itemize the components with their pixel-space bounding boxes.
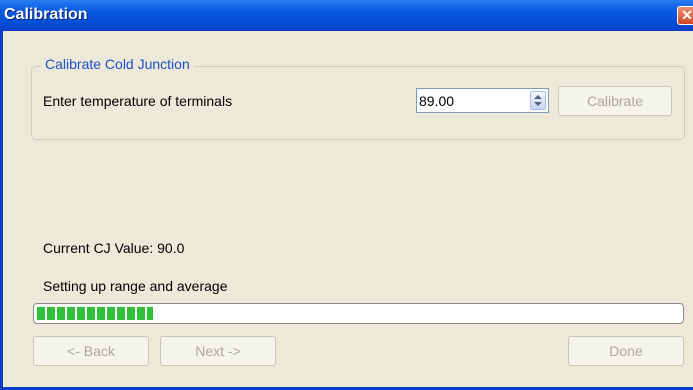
progress-bar	[33, 303, 684, 324]
calibration-window: Calibration ✕ Calibrate Cold Junction En…	[0, 0, 693, 390]
spin-buttons[interactable]	[530, 91, 546, 110]
spin-up-icon[interactable]	[534, 95, 542, 99]
spin-down-icon[interactable]	[534, 102, 542, 106]
progress-status-text: Setting up range and average	[43, 278, 228, 294]
progress-fill	[37, 307, 153, 320]
current-cj-value: Current CJ Value: 90.0	[43, 240, 185, 256]
window-title: Calibration	[4, 6, 88, 23]
back-button[interactable]: <- Back	[33, 336, 149, 366]
title-bar[interactable]: Calibration ✕	[0, 0, 693, 31]
group-legend: Calibrate Cold Junction	[41, 56, 194, 72]
close-icon: ✕	[681, 7, 693, 23]
temperature-prompt-label: Enter temperature of terminals	[43, 93, 233, 109]
next-button[interactable]: Next ->	[160, 336, 276, 366]
close-button[interactable]: ✕	[677, 6, 693, 25]
temperature-input[interactable]	[419, 92, 519, 109]
done-button[interactable]: Done	[568, 336, 684, 366]
calibrate-button[interactable]: Calibrate	[558, 86, 672, 116]
temperature-spinbox[interactable]	[416, 88, 549, 113]
